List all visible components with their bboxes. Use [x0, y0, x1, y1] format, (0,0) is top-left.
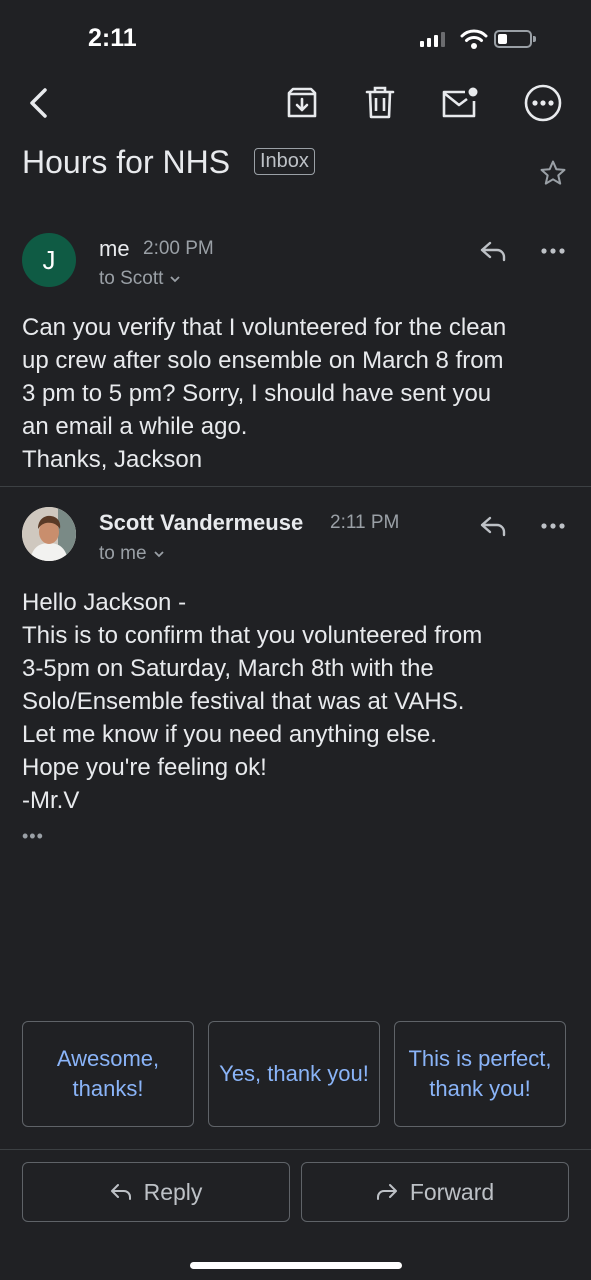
- forward-icon: [376, 1184, 397, 1200]
- smart-reply-chip[interactable]: Yes, thank you!: [208, 1021, 380, 1127]
- message-line: 3 pm to 5 pm? Sorry, I should have sent …: [22, 380, 492, 407]
- forward-label: Forward: [409, 1178, 495, 1205]
- message-time: 2:11 PM: [330, 512, 400, 533]
- bottom-divider: [0, 1149, 591, 1150]
- message-line: Can you verify that I volunteered for th…: [22, 314, 507, 341]
- recipient-label: to Scott: [99, 268, 164, 289]
- sender-name: Scott Vandermeuse: [99, 510, 304, 535]
- reply-button[interactable]: Reply: [22, 1162, 290, 1222]
- recipient-details[interactable]: to me: [99, 543, 165, 565]
- message-line: an email a while ago.: [22, 413, 248, 440]
- chevron-down-icon: [153, 551, 164, 558]
- archive-icon[interactable]: [282, 84, 322, 122]
- message-more-icon[interactable]: [536, 236, 570, 266]
- recipient-details[interactable]: to Scott: [99, 268, 181, 290]
- recipient-label: to me: [99, 543, 147, 564]
- message-line: up crew after solo ensemble on March 8 f…: [22, 347, 504, 374]
- message-body: Hello Jackson - This is to confirm that …: [22, 586, 572, 817]
- forward-button[interactable]: Forward: [301, 1162, 569, 1222]
- wifi-icon: [460, 28, 488, 50]
- message-line: Hello Jackson -: [22, 589, 187, 616]
- chevron-down-icon: [170, 276, 181, 283]
- star-icon[interactable]: [536, 156, 570, 190]
- home-indicator[interactable]: [190, 1262, 402, 1269]
- mark-unread-icon[interactable]: [440, 84, 480, 122]
- message-line: -Mr.V: [22, 787, 80, 814]
- reply-icon[interactable]: [476, 236, 510, 266]
- inbox-label[interactable]: Inbox: [254, 148, 315, 175]
- message-more-icon[interactable]: [536, 511, 570, 541]
- message-body: Can you verify that I volunteered for th…: [22, 311, 572, 476]
- message-line: Solo/Ensemble festival that was at VAHS.: [22, 688, 465, 715]
- message-line: This is to confirm that you volunteered …: [22, 622, 483, 649]
- more-icon[interactable]: [522, 82, 564, 124]
- reply-label: Reply: [143, 1178, 203, 1205]
- message-line: Let me know if you need anything else.: [22, 721, 437, 748]
- cellular-signal-icon: [420, 32, 445, 47]
- status-time: 2:11: [88, 24, 137, 52]
- sender-name: me: [99, 236, 130, 261]
- message-line: 3-5pm on Saturday, March 8th with the: [22, 655, 434, 682]
- smart-reply-chip[interactable]: This is perfect, thank you!: [394, 1021, 566, 1127]
- avatar[interactable]: J: [22, 233, 76, 287]
- battery-icon: [494, 30, 536, 48]
- message-time: 2:00 PM: [143, 238, 214, 259]
- message-line: Hope you're feeling ok!: [22, 754, 267, 781]
- trash-icon[interactable]: [360, 84, 400, 122]
- back-icon[interactable]: [20, 84, 56, 122]
- message-divider: [0, 486, 591, 487]
- avatar[interactable]: [22, 507, 76, 561]
- reply-icon: [110, 1184, 131, 1200]
- smart-reply-chip[interactable]: Awesome, thanks!: [22, 1021, 194, 1127]
- reply-icon[interactable]: [476, 511, 510, 541]
- show-trimmed-content-button[interactable]: •••: [22, 826, 44, 847]
- message-line: Thanks, Jackson: [22, 446, 203, 473]
- email-subject: Hours for NHS: [22, 144, 231, 180]
